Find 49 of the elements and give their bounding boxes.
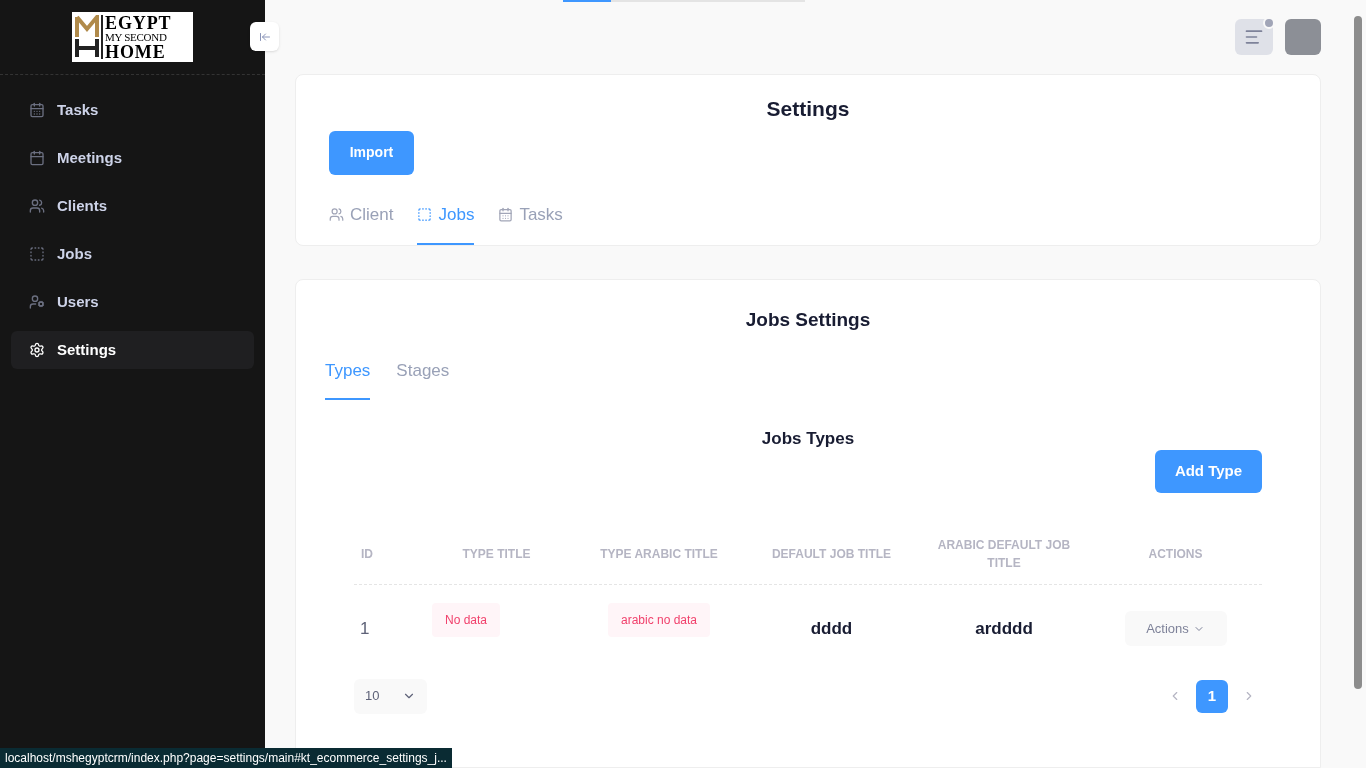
monogram-icon [75,15,99,59]
tab[interactable]: Client [329,198,394,245]
table-cell-text: ardddd [974,617,1034,640]
column-header: TYPE ARABIC TITLE [599,546,719,563]
sidebar-item[interactable]: Meetings [11,139,254,177]
tab[interactable]: Tasks [498,198,563,245]
sidebar-item[interactable]: Tasks [11,91,254,129]
column-header: DEFAULT JOB TITLE [770,546,893,563]
collapse-sidebar-button[interactable] [250,22,279,51]
user-icon [29,294,45,310]
import-button[interactable]: Import [329,130,414,175]
column-header: ARABIC DEFAULT JOB TITLE [936,537,1072,572]
status-badge: arabic no data [607,602,711,637]
menu-icon [1244,27,1264,47]
people-icon [329,207,344,222]
column-header: ACTIONS [1147,546,1204,563]
card-title: Jobs Settings [744,307,872,332]
add-type-button[interactable]: Add Type [1155,449,1262,493]
tab[interactable]: Stages [396,358,450,400]
page-button[interactable]: 1 [1196,679,1228,713]
section-title: Jobs Types [760,428,856,450]
table-cell-text: 1 [359,617,371,640]
table-cell-text: dddd [809,617,854,640]
column-header: TYPE TITLE [461,546,532,563]
people-icon [29,198,45,214]
sidebar-item[interactable]: Users [11,283,254,321]
sidebar-item[interactable]: Settings [11,331,254,369]
calendar-icon [29,102,45,118]
frame-icon [29,246,45,262]
logo-text: EGYPT [105,13,172,32]
card-title: Settings [765,96,851,122]
avatar[interactable] [1285,19,1321,55]
arrow-left-icon [258,30,271,43]
menu-button[interactable] [1235,19,1273,55]
sidebar-item[interactable]: Clients [11,187,254,225]
calendar-icon [29,150,45,166]
calendar-icon [498,207,514,222]
tab[interactable]: Jobs [417,198,475,245]
actions-dropdown[interactable]: Actions [1124,611,1227,646]
settings-icon [29,342,45,358]
logo-text: HOME [105,42,167,61]
logo-text: MY SECOND [105,31,168,43]
tab[interactable]: Types [325,358,371,400]
status-badge: No data [432,602,501,637]
page-size-select[interactable]: 10 [354,678,427,714]
status-url: localhost/mshegyptcrm/index.php?page=settings/main#kt_ecommerce_settings_j... [0,748,452,768]
frame-icon [417,207,433,222]
sidebar-item[interactable]: Jobs [11,235,254,273]
column-header: ID [360,546,374,563]
